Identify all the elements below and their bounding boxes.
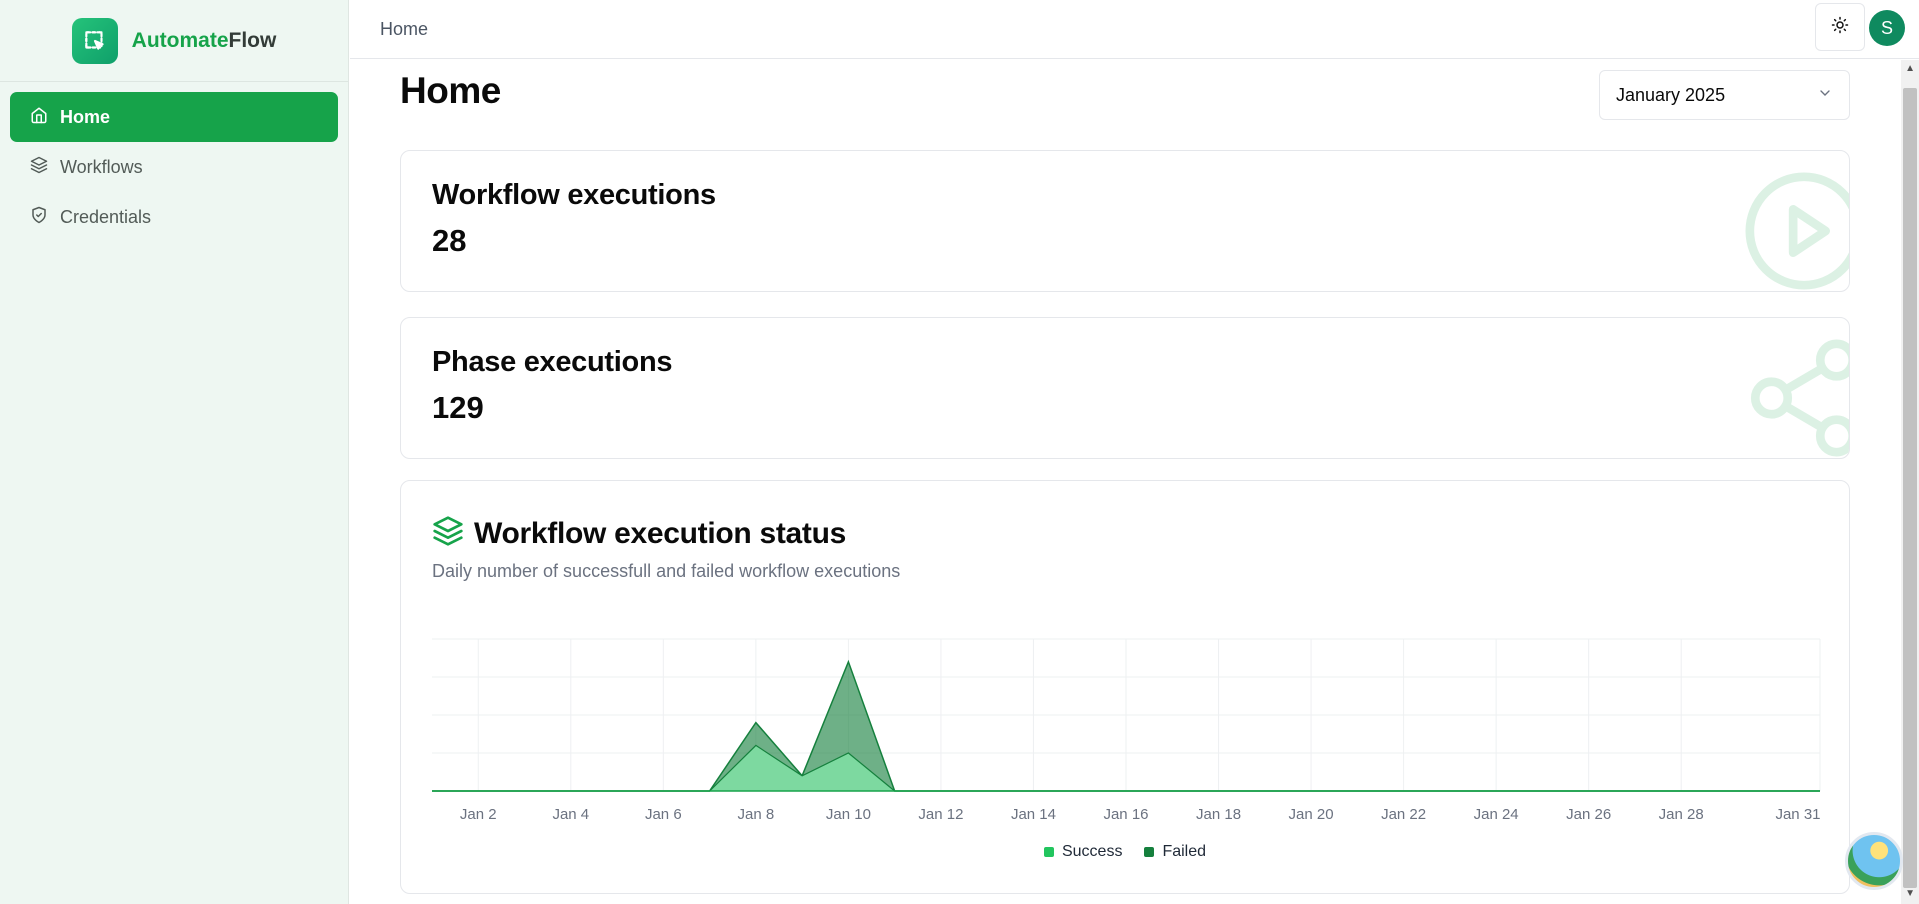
shield-icon	[30, 206, 48, 229]
stat-value: 28	[432, 223, 467, 258]
sidebar-item-workflows[interactable]: Workflows	[10, 142, 338, 192]
stat-title: Workflow executions	[432, 179, 716, 211]
brand-name: AutomateFlow	[132, 29, 277, 53]
avatar[interactable]: S	[1869, 10, 1905, 46]
page-title: Home	[400, 70, 501, 111]
legend-label: Failed	[1162, 843, 1207, 860]
assistant-bubble-icon[interactable]	[1845, 832, 1903, 890]
sidebar-item-label: Credentials	[60, 206, 152, 227]
chart-legend: Success Failed	[401, 843, 1849, 861]
brand-name-part2: Flow	[228, 28, 277, 52]
stat-value: 129	[432, 390, 484, 425]
scrollbar-thumb[interactable]	[1903, 88, 1917, 888]
x-tick-label: Jan 12	[918, 806, 963, 823]
brand-name-part1: Automate	[131, 28, 229, 52]
x-tick-label: Jan 6	[645, 806, 682, 823]
stat-card-workflow-executions: Workflow executions 28	[400, 150, 1850, 292]
home-icon	[30, 106, 48, 129]
x-tick-label: Jan 22	[1381, 806, 1426, 823]
sidebar-nav: Home Workflows Credentials	[0, 82, 348, 252]
top-header: Home S	[350, 0, 1919, 59]
stat-title: Phase executions	[432, 346, 673, 378]
scroll-down-icon[interactable]: ▼	[1905, 888, 1915, 899]
x-tick-label: Jan 10	[826, 806, 871, 823]
legend-label: Success	[1061, 843, 1123, 860]
x-tick-label: Jan 2	[460, 806, 497, 823]
legend-swatch-success	[1043, 847, 1054, 857]
stat-card-phase-executions: Phase executions 129	[400, 317, 1850, 459]
x-tick-label: Jan 26	[1566, 806, 1611, 823]
x-tick-label: Jan 18	[1196, 806, 1241, 823]
sidebar-item-label: Home	[60, 106, 111, 127]
waypoints-icon	[1739, 333, 1849, 458]
x-tick-label: Jan 20	[1289, 806, 1334, 823]
sidebar-item-home[interactable]: Home	[10, 92, 338, 142]
breadcrumb[interactable]: Home	[380, 19, 428, 40]
sidebar: AutomateFlow Home Workflows Credentials	[0, 0, 349, 904]
sidebar-item-label: Workflows	[60, 156, 143, 177]
x-tick-label: Jan 28	[1659, 806, 1704, 823]
x-tick-label: Jan 14	[1011, 806, 1056, 823]
legend-item-success[interactable]: Success	[1043, 843, 1123, 861]
workflow-execution-status-card: Workflow execution status Daily number o…	[400, 480, 1850, 894]
layers-icon	[30, 156, 48, 179]
chevron-down-icon	[1817, 85, 1833, 106]
legend-swatch-failed	[1144, 847, 1155, 857]
theme-toggle-button[interactable]	[1815, 3, 1865, 51]
play-circle-icon	[1739, 166, 1849, 291]
brand-logo-icon	[71, 17, 118, 64]
x-tick-label: Jan 16	[1103, 806, 1148, 823]
sun-icon	[1831, 16, 1849, 39]
x-tick-label: Jan 4	[552, 806, 589, 823]
x-tick-label: Jan 8	[738, 806, 775, 823]
legend-item-failed[interactable]: Failed	[1144, 843, 1206, 861]
area-chart: Jan 2 Jan 4 Jan 6 Jan 8 Jan 10 Jan 12 Jan 14 Ja…	[432, 638, 1821, 823]
x-tick-label: Jan 31	[1775, 806, 1820, 823]
scroll-up-icon[interactable]: ▲	[1905, 63, 1915, 74]
x-tick-label: Jan 24	[1474, 806, 1519, 823]
month-select[interactable]: January 2025	[1599, 70, 1850, 120]
sidebar-item-credentials[interactable]: Credentials	[10, 192, 338, 242]
month-select-value: January 2025	[1616, 84, 1726, 105]
brand[interactable]: AutomateFlow	[0, 0, 348, 82]
